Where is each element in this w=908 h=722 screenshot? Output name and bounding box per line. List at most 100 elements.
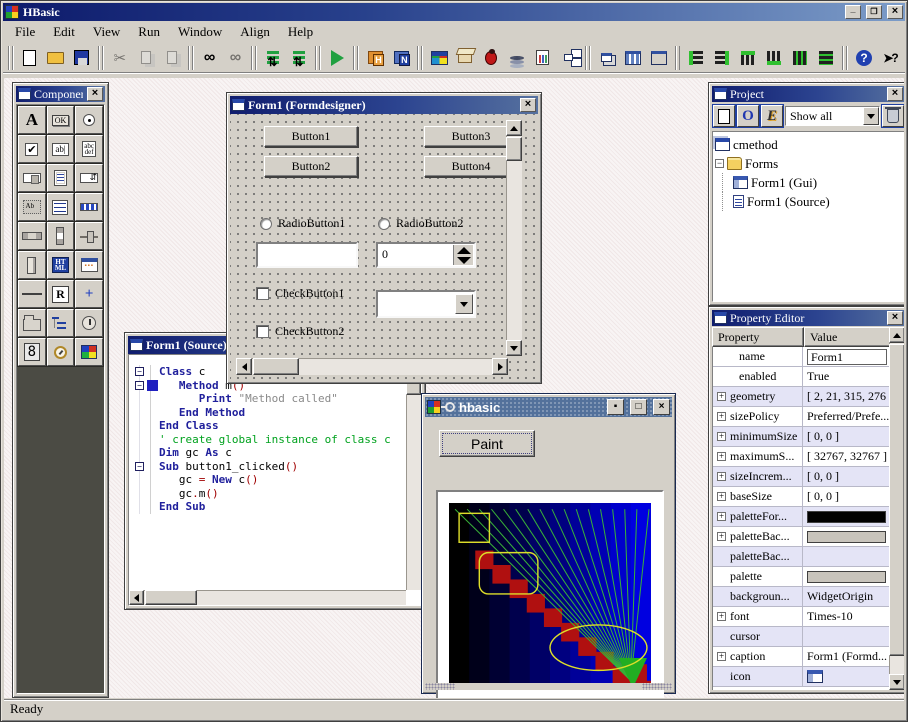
property-scroll-up-button[interactable] <box>889 327 904 343</box>
radiobutton-button[interactable] <box>75 106 103 134</box>
property-value-cell[interactable] <box>803 527 889 546</box>
window-diagram-button[interactable] <box>556 45 582 71</box>
form-spinbox[interactable]: 0 <box>376 242 476 268</box>
property-row[interactable]: nameForm1 <box>713 347 889 367</box>
property-value-cell[interactable]: [ 0, 0 ] <box>803 427 889 446</box>
form-textfield[interactable] <box>256 242 358 268</box>
timer-button[interactable] <box>47 338 75 366</box>
find-button[interactable] <box>197 45 223 71</box>
form-designer-close-button[interactable] <box>520 98 536 112</box>
project-new-button[interactable] <box>713 105 735 127</box>
pushbutton-button[interactable]: OK <box>47 106 75 134</box>
property-value-cell[interactable] <box>803 507 889 526</box>
restore-button[interactable] <box>866 5 882 19</box>
new-file-button[interactable] <box>17 45 43 71</box>
property-value-cell[interactable] <box>803 667 889 686</box>
align-left-button[interactable] <box>683 45 709 71</box>
property-scrollbar[interactable] <box>889 327 904 690</box>
tree-expander[interactable]: − <box>715 159 724 168</box>
property-value-cell[interactable]: Form1 (Formd... <box>803 647 889 666</box>
property-row[interactable]: +baseSize[ 0, 0 ] <box>713 487 889 507</box>
property-row[interactable]: +captionForm1 (Formd... <box>713 647 889 667</box>
form-button2[interactable]: Button2 <box>264 156 358 177</box>
vscroll-down-button[interactable] <box>506 340 522 356</box>
spinbox-arrows[interactable] <box>453 245 473 265</box>
widgetstack-button[interactable] <box>18 251 46 279</box>
menu-item-help[interactable]: Help <box>280 22 321 42</box>
same-height-button[interactable] <box>813 45 839 71</box>
property-row[interactable]: icon <box>713 667 889 687</box>
buttongroup-button[interactable] <box>75 251 103 279</box>
line-button[interactable] <box>18 280 46 308</box>
property-row[interactable]: +minimumSize[ 0, 0 ] <box>713 427 889 447</box>
tree-item[interactable]: cmethod <box>715 135 902 154</box>
form-vscrollbar[interactable] <box>506 120 522 356</box>
menu-item-run[interactable]: Run <box>130 22 168 42</box>
menu-item-edit[interactable]: Edit <box>45 22 83 42</box>
property-row[interactable]: +sizeIncrem...[ 0, 0 ] <box>713 467 889 487</box>
property-value-cell[interactable] <box>803 547 889 566</box>
pin-icon[interactable] <box>445 402 455 412</box>
code-editor[interactable]: −Class c− Method m() Print "Method calle… <box>129 355 406 590</box>
property-row[interactable]: backgroun...WidgetOrigin <box>713 587 889 607</box>
property-editor-close-button[interactable] <box>887 311 903 325</box>
menu-item-view[interactable]: View <box>85 22 128 42</box>
expand-icon[interactable]: + <box>717 512 726 521</box>
expand-icon[interactable]: + <box>717 432 726 441</box>
same-width-button[interactable] <box>787 45 813 71</box>
menu-item-align[interactable]: Align <box>232 22 278 42</box>
paint-button[interactable]: Paint <box>439 430 535 457</box>
expand-icon[interactable]: + <box>717 492 726 501</box>
groupbox-button[interactable]: Ab <box>18 193 46 221</box>
tree-item[interactable]: Form1 (Source) <box>715 192 902 211</box>
property-value-cell[interactable]: [ 0, 0 ] <box>803 467 889 486</box>
textedit-button[interactable]: abc def <box>75 135 103 163</box>
hscroll-left-button[interactable] <box>236 358 252 375</box>
move-item-down-button[interactable] <box>286 45 312 71</box>
lineedit-button[interactable]: ab| <box>47 135 75 163</box>
property-value-cell[interactable]: [ 0, 0 ] <box>803 487 889 506</box>
database-button[interactable] <box>504 45 530 71</box>
combo-dropdown-button[interactable] <box>455 294 473 314</box>
runtime-maximize-button[interactable]: □ <box>630 399 647 415</box>
layout-button[interactable]: + <box>75 280 103 308</box>
property-value-cell[interactable]: [ 32767, 32767 ] <box>803 447 889 466</box>
minimize-button[interactable] <box>845 5 861 19</box>
align-bottom-button[interactable] <box>761 45 787 71</box>
vscroll-thumb[interactable] <box>506 137 522 161</box>
help-button[interactable] <box>851 45 877 71</box>
form-checkbutton1[interactable]: CheckButton1 <box>256 286 344 301</box>
open-file-button[interactable] <box>43 45 69 71</box>
form-button4[interactable]: Button4 <box>424 156 518 177</box>
tree-item[interactable]: −Forms <box>715 154 902 173</box>
expand-icon[interactable]: + <box>717 452 726 461</box>
hscroll-right-button[interactable] <box>492 358 508 375</box>
run-hbasic-button[interactable] <box>362 45 388 71</box>
spinbox-button[interactable] <box>75 164 103 192</box>
property-scroll-down-button[interactable] <box>889 674 904 690</box>
source-hscrollbar[interactable] <box>129 590 406 605</box>
expand-icon[interactable]: + <box>717 532 726 541</box>
expand-icon[interactable]: + <box>717 392 726 401</box>
project-close-button[interactable] <box>887 87 903 101</box>
property-value-cell[interactable]: Times-10 <box>803 607 889 626</box>
runtime-resize-bar[interactable] <box>425 683 672 690</box>
component-palette-close-button[interactable] <box>87 87 103 101</box>
property-value-cell[interactable] <box>803 627 889 646</box>
fold-marker[interactable]: − <box>135 367 144 376</box>
form-checkbutton2[interactable]: CheckButton2 <box>256 324 344 339</box>
project-objects-button[interactable]: O <box>737 105 759 127</box>
property-row[interactable]: paletteBac... <box>713 547 889 567</box>
expand-icon[interactable]: + <box>717 472 726 481</box>
source-hscroll-left-button[interactable] <box>129 590 144 605</box>
property-scroll-thumb[interactable] <box>889 344 904 656</box>
project-filter-dropdown[interactable]: Show all <box>785 106 880 126</box>
property-value-cell[interactable] <box>803 567 889 586</box>
property-column-header[interactable]: Property <box>712 327 804 347</box>
whats-this-button[interactable] <box>877 45 903 71</box>
move-item-up-button[interactable] <box>260 45 286 71</box>
property-window-button[interactable] <box>646 45 672 71</box>
fold-marker[interactable]: − <box>135 381 144 390</box>
source-vscrollbar[interactable] <box>406 355 421 590</box>
form-hscrollbar[interactable] <box>236 358 508 375</box>
